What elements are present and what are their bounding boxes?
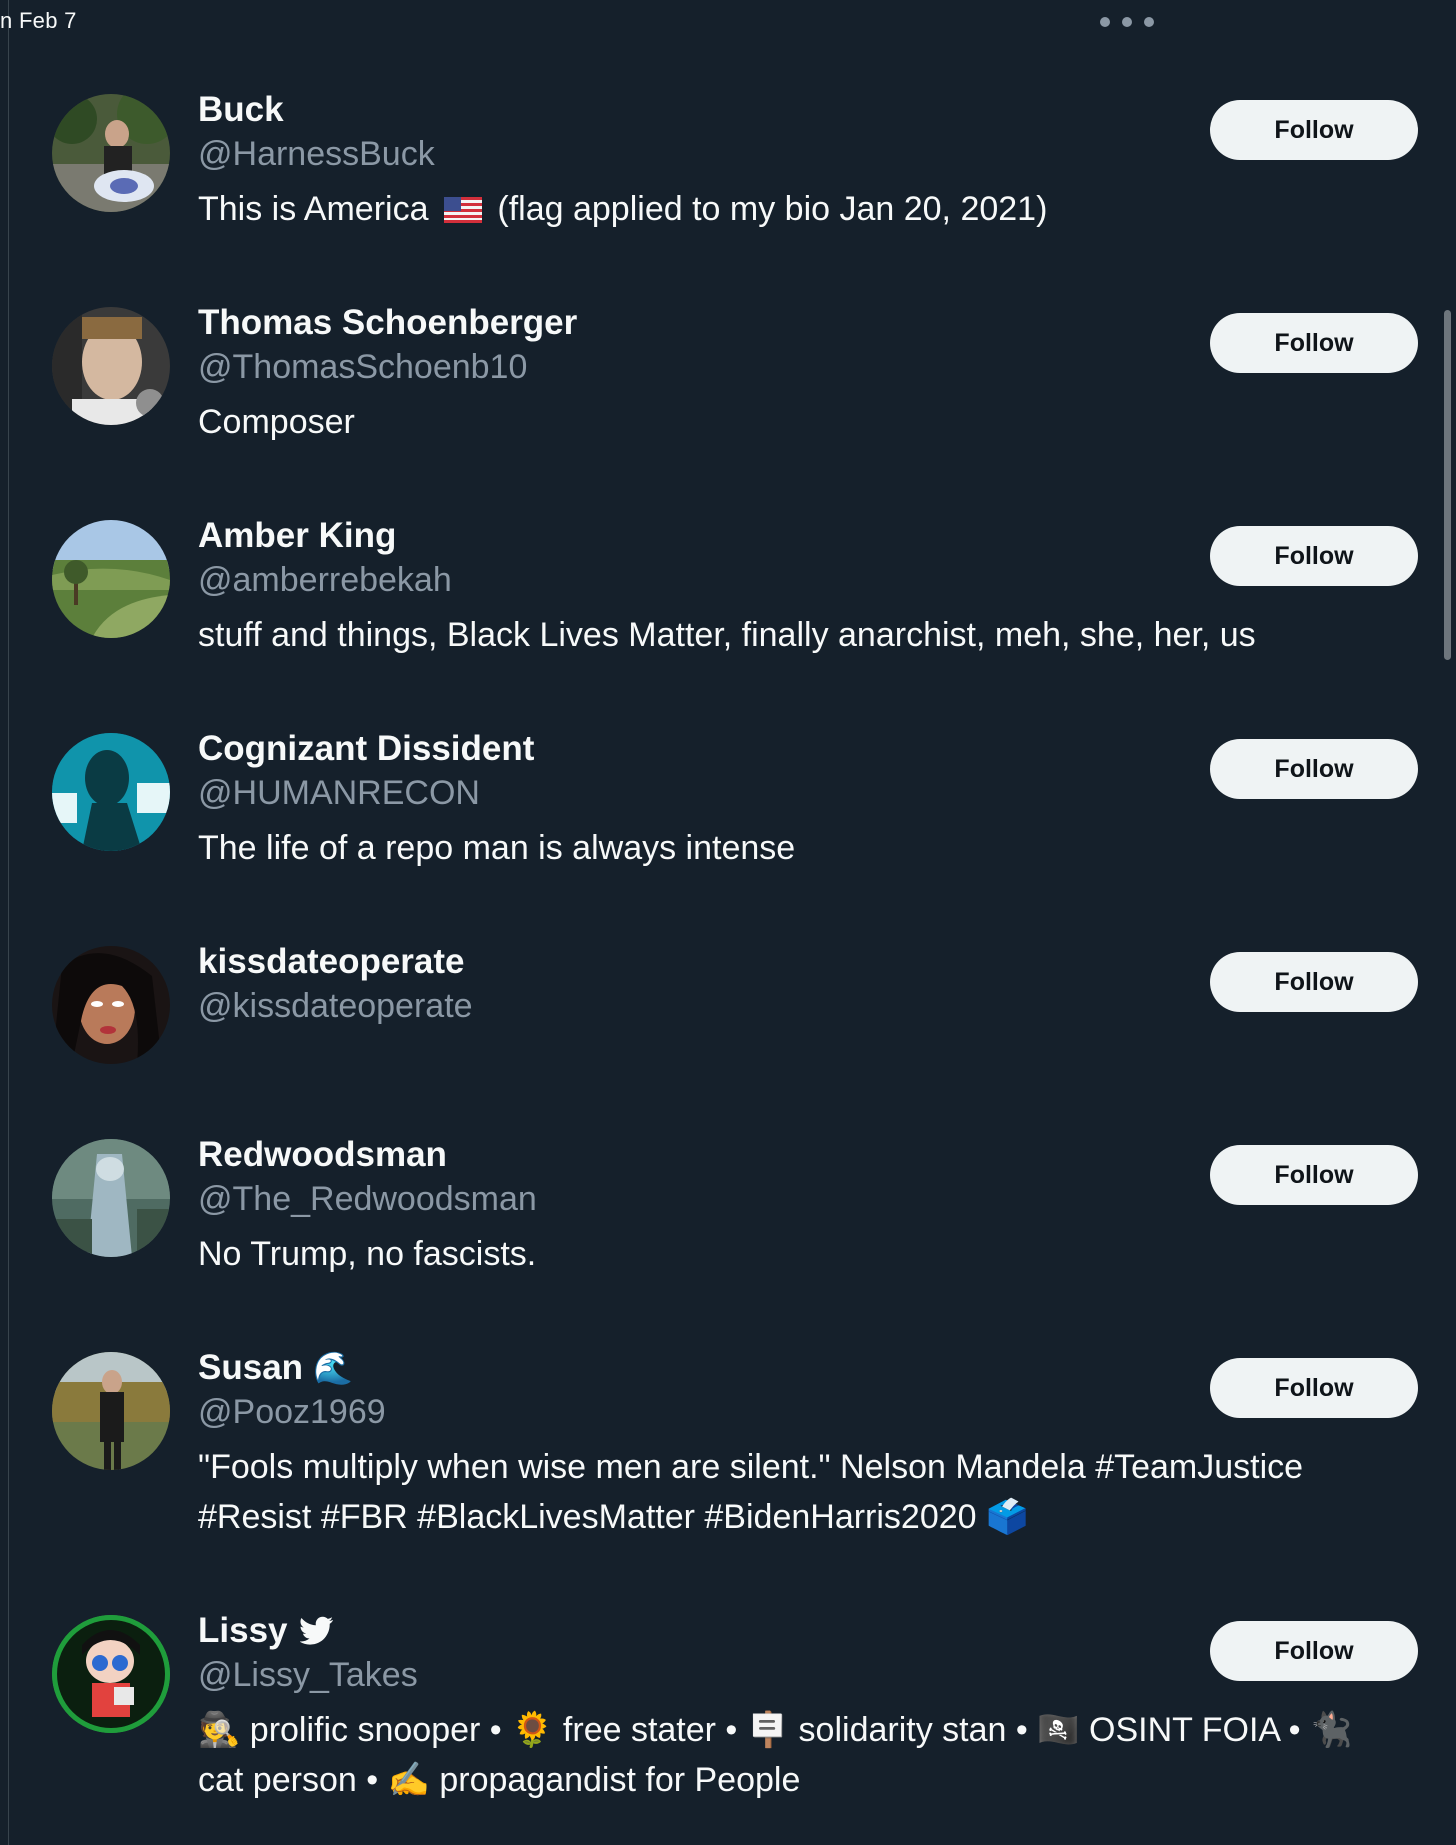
user-cell[interactable]: Thomas Schoenberger @ThomasSchoenb10 Com… bbox=[0, 277, 1456, 490]
user-handle[interactable]: @ThomasSchoenb10 bbox=[198, 345, 1378, 389]
display-name[interactable]: Buck bbox=[198, 90, 284, 130]
user-cell[interactable]: Susan 🌊 @Pooz1969 "Fools multiply when w… bbox=[0, 1322, 1456, 1585]
twitter-bird-icon bbox=[299, 1616, 333, 1645]
user-handle[interactable]: @HarnessBuck bbox=[198, 132, 1378, 176]
user-cell[interactable]: Buck @HarnessBuck This is America (flag … bbox=[0, 64, 1456, 277]
user-handle[interactable]: @amberrebekah bbox=[198, 558, 1378, 602]
follow-button[interactable]: Follow bbox=[1210, 100, 1418, 160]
display-name[interactable]: Susan bbox=[198, 1348, 303, 1388]
user-bio: Composer bbox=[198, 403, 355, 441]
user-cell[interactable]: Cognizant Dissident @HUMANRECON The life… bbox=[0, 703, 1456, 916]
display-name[interactable]: kissdateoperate bbox=[198, 942, 465, 982]
user-handle[interactable]: @HUMANRECON bbox=[198, 771, 1378, 815]
user-handle[interactable]: @Lissy_Takes bbox=[198, 1653, 1378, 1697]
avatar[interactable] bbox=[52, 1139, 170, 1257]
user-cell[interactable]: Amber King @amberrebekah stuff and thing… bbox=[0, 490, 1456, 703]
follow-button[interactable]: Follow bbox=[1210, 526, 1418, 586]
display-name[interactable]: Amber King bbox=[198, 516, 396, 556]
avatar[interactable] bbox=[52, 307, 170, 425]
user-bio: No Trump, no fascists. bbox=[198, 1235, 537, 1273]
user-bio: "Fools multiply when wise men are silent… bbox=[198, 1448, 1313, 1536]
avatar[interactable] bbox=[52, 733, 170, 851]
follow-button[interactable]: Follow bbox=[1210, 739, 1418, 799]
display-name[interactable]: Lissy bbox=[198, 1611, 288, 1651]
user-cell[interactable]: kissdateoperate @kissdateoperate Follow bbox=[0, 916, 1456, 1109]
user-handle[interactable]: @Pooz1969 bbox=[198, 1390, 1378, 1434]
user-bio: This is America (flag applied to my bio … bbox=[198, 190, 1048, 228]
ellipsis-icon bbox=[1100, 17, 1110, 27]
user-bio: The life of a repo man is always intense bbox=[198, 829, 796, 867]
display-name[interactable]: Cognizant Dissident bbox=[198, 729, 534, 769]
avatar[interactable] bbox=[52, 520, 170, 638]
follow-button[interactable]: Follow bbox=[1210, 313, 1418, 373]
display-name[interactable]: Redwoodsman bbox=[198, 1135, 447, 1175]
more-options-button[interactable] bbox=[1100, 4, 1154, 40]
user-handle[interactable]: @The_Redwoodsman bbox=[198, 1177, 1378, 1221]
avatar[interactable] bbox=[52, 94, 170, 212]
avatar[interactable] bbox=[52, 1352, 170, 1470]
follow-button[interactable]: Follow bbox=[1210, 1145, 1418, 1205]
tweet-date: n Feb 7 bbox=[0, 8, 77, 33]
user-cell[interactable]: Redwoodsman @The_Redwoodsman No Trump, n… bbox=[0, 1109, 1456, 1322]
display-name[interactable]: Thomas Schoenberger bbox=[198, 303, 577, 343]
wave-emoji-icon: 🌊 bbox=[313, 1350, 353, 1386]
follow-button[interactable]: Follow bbox=[1210, 1621, 1418, 1681]
user-handle[interactable]: @kissdateoperate bbox=[198, 984, 1378, 1028]
avatar[interactable] bbox=[52, 1615, 170, 1733]
avatar[interactable] bbox=[52, 946, 170, 1064]
follow-button[interactable]: Follow bbox=[1210, 1358, 1418, 1418]
user-list: Buck @HarnessBuck This is America (flag … bbox=[0, 64, 1456, 1825]
top-strip: n Feb 7 bbox=[0, 0, 1456, 44]
user-bio: stuff and things, Black Lives Matter, fi… bbox=[198, 616, 1256, 654]
user-bio: 🕵️ prolific snooper • 🌻 free stater • 🪧 … bbox=[198, 1711, 1362, 1799]
user-cell[interactable]: Lissy @Lissy_Takes 🕵️ prolific snooper •… bbox=[0, 1585, 1456, 1825]
follow-button[interactable]: Follow bbox=[1210, 952, 1418, 1012]
us-flag-icon bbox=[443, 197, 482, 223]
who-to-follow-page: n Feb 7 Buck @HarnessBuck This is Americ… bbox=[0, 0, 1456, 1845]
